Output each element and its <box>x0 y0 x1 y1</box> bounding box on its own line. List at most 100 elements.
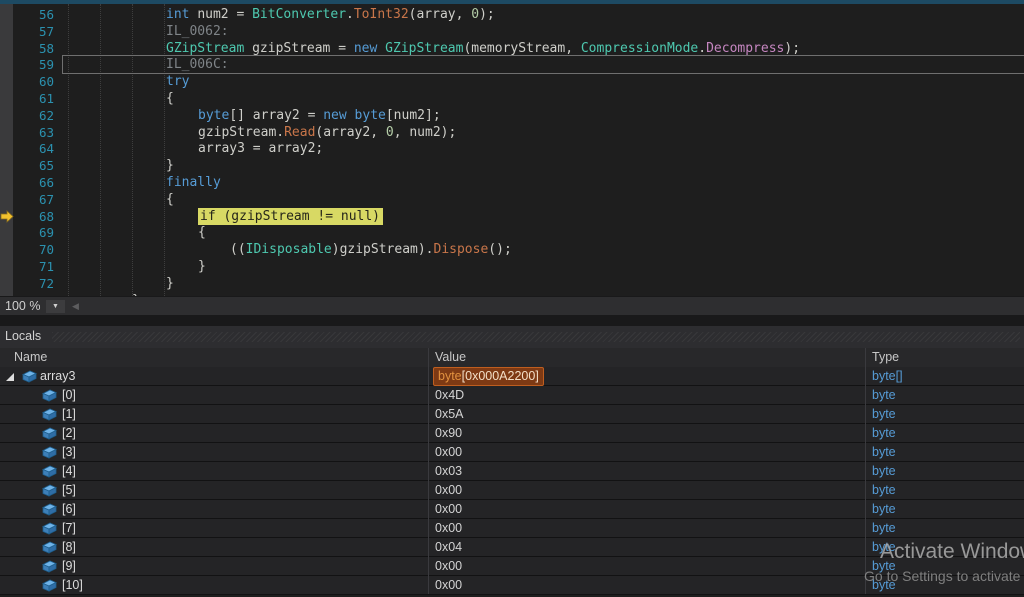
scroll-left-icon[interactable]: ◀ <box>72 300 79 313</box>
horizontal-scrollbar[interactable] <box>66 298 1024 315</box>
locals-row-8[interactable]: [8]0x04byte <box>0 538 1024 557</box>
code-text[interactable]: } <box>198 258 206 275</box>
code-editor[interactable]: 56 int num2 = BitConverter.ToInt32(array,… <box>0 0 1024 296</box>
code-text[interactable]: { <box>198 224 206 241</box>
value-address-part: [0x000A2200] <box>462 369 539 383</box>
variable-value[interactable]: 0x00 <box>435 559 462 573</box>
zoom-level[interactable]: 100 % <box>5 299 40 313</box>
panel-splitter[interactable] <box>0 315 1024 326</box>
code-line-63[interactable]: 63 gzipStream.Read(array2, 0, num2); <box>0 124 1024 141</box>
code-text[interactable]: try <box>166 73 189 90</box>
variable-value[interactable]: 0x00 <box>435 502 462 516</box>
line-number[interactable]: 58 <box>16 40 54 57</box>
column-header-value[interactable]: Value <box>435 350 466 364</box>
code-text[interactable]: int num2 = BitConverter.ToInt32(array, 0… <box>166 6 495 23</box>
line-number[interactable]: 63 <box>16 124 54 141</box>
column-separator[interactable] <box>428 348 429 594</box>
code-token: . <box>698 41 706 56</box>
code-line-71[interactable]: 71} <box>0 258 1024 275</box>
locals-row-0[interactable]: [0]0x4Dbyte <box>0 386 1024 405</box>
variable-value[interactable]: 0x00 <box>435 445 462 459</box>
code-text[interactable]: array3 = array2; <box>198 140 323 157</box>
code-text[interactable]: } <box>166 275 174 292</box>
code-line-64[interactable]: 64 array3 = array2; <box>0 140 1024 157</box>
line-number[interactable]: 57 <box>16 23 54 40</box>
locals-row-4[interactable]: [4]0x03byte <box>0 462 1024 481</box>
code-text[interactable]: { <box>166 191 174 208</box>
code-line-70[interactable]: 70 ((IDisposable)gzipStream).Dispose(); <box>0 241 1024 258</box>
code-text[interactable]: ((IDisposable)gzipStream).Dispose(); <box>230 241 512 258</box>
line-number[interactable]: 65 <box>16 157 54 174</box>
line-number[interactable]: 59 <box>16 56 54 73</box>
code-token: GZipStream <box>166 41 244 56</box>
code-text[interactable]: GZipStream gzipStream = new GZipStream(m… <box>166 40 800 57</box>
code-text[interactable]: IL_006C: <box>166 56 229 73</box>
line-number[interactable]: 56 <box>16 6 54 23</box>
line-number[interactable]: 61 <box>16 90 54 107</box>
code-line-56[interactable]: 56 int num2 = BitConverter.ToInt32(array,… <box>0 6 1024 23</box>
code-line-58[interactable]: 58 GZipStream gzipStream = new GZipStream… <box>0 40 1024 57</box>
code-line-61[interactable]: 61 { <box>0 90 1024 107</box>
code-line-57[interactable]: 57 IL_0062: <box>0 23 1024 40</box>
code-text[interactable]: byte[] array2 = new byte[num2]; <box>198 107 441 124</box>
code-text[interactable]: } <box>166 157 174 174</box>
zoom-dropdown-button[interactable]: ▼ <box>46 300 65 313</box>
variable-value[interactable]: 0x00 <box>435 521 462 535</box>
code-text[interactable]: { <box>166 90 174 107</box>
variable-value[interactable]: 0x90 <box>435 426 462 440</box>
line-number[interactable]: 64 <box>16 140 54 157</box>
locals-row-5[interactable]: [5]0x00byte <box>0 481 1024 500</box>
code-line-60[interactable]: 60 try <box>0 73 1024 90</box>
highlighted-statement[interactable]: if (gzipStream != null) <box>198 208 383 225</box>
line-number[interactable]: 69 <box>16 224 54 241</box>
variable-value[interactable]: 0x4D <box>435 388 464 402</box>
locals-panel-titlebar[interactable]: Locals <box>0 326 1024 348</box>
changed-value-box[interactable]: byte[0x000A2200] <box>433 367 544 386</box>
code-token: { <box>166 192 174 207</box>
line-number[interactable]: 70 <box>16 241 54 258</box>
locals-row-6[interactable]: [6]0x00byte <box>0 500 1024 519</box>
code-line-65[interactable]: 65} <box>0 157 1024 174</box>
line-number[interactable]: 71 <box>16 258 54 275</box>
code-line-59[interactable]: 59 IL_006C: <box>0 56 1024 73</box>
variable-value[interactable]: 0x04 <box>435 540 462 554</box>
code-token: Dispose <box>434 242 489 257</box>
locals-row-10[interactable]: [10]0x00byte <box>0 576 1024 595</box>
code-line-69[interactable]: 69 { <box>0 224 1024 241</box>
locals-row-9[interactable]: [9]0x00byte <box>0 557 1024 576</box>
column-header-type[interactable]: Type <box>872 350 899 364</box>
code-text[interactable]: IL_0062: <box>166 23 229 40</box>
column-separator[interactable] <box>865 348 866 594</box>
code-line-68[interactable]: 68 if (gzipStream != null) <box>0 208 1024 225</box>
variable-value[interactable]: 0x00 <box>435 483 462 497</box>
variable-type: byte <box>872 540 896 554</box>
column-header-name[interactable]: Name <box>14 350 47 364</box>
code-line-62[interactable]: 62 byte[] array2 = new byte[num2]; <box>0 107 1024 124</box>
line-number[interactable]: 72 <box>16 275 54 292</box>
line-number[interactable]: 60 <box>16 73 54 90</box>
locals-panel-title: Locals <box>5 329 41 343</box>
code-token: IL_0062: <box>166 24 229 39</box>
variable-value[interactable]: 0x5A <box>435 407 464 421</box>
locals-row-3[interactable]: [3]0x00byte <box>0 443 1024 462</box>
code-token: ToInt32 <box>354 7 409 22</box>
locals-row-1[interactable]: [1]0x5Abyte <box>0 405 1024 424</box>
line-number[interactable]: 67 <box>16 191 54 208</box>
code-line-72[interactable]: 72} <box>0 275 1024 292</box>
line-number[interactable]: 62 <box>16 107 54 124</box>
expander-icon[interactable] <box>6 373 14 381</box>
line-number[interactable]: 66 <box>16 174 54 191</box>
locals-row-2[interactable]: [2]0x90byte <box>0 424 1024 443</box>
line-number[interactable]: 68 <box>16 208 54 225</box>
code-text[interactable]: finally <box>166 174 221 191</box>
locals-grid: array3byte[0x000A2200]byte[][0]0x4Dbyte[… <box>0 367 1024 594</box>
code-line-66[interactable]: 66 finally <box>0 174 1024 191</box>
locals-row-7[interactable]: [7]0x00byte <box>0 519 1024 538</box>
variable-value[interactable]: 0x00 <box>435 578 462 592</box>
locals-row-array3[interactable]: array3byte[0x000A2200]byte[] <box>0 367 1024 386</box>
code-line-67[interactable]: 67 { <box>0 191 1024 208</box>
code-text[interactable]: gzipStream.Read(array2, 0, num2); <box>198 124 456 141</box>
variable-value[interactable]: 0x03 <box>435 464 462 478</box>
code-token: (); <box>488 242 511 257</box>
code-token: . <box>346 7 354 22</box>
